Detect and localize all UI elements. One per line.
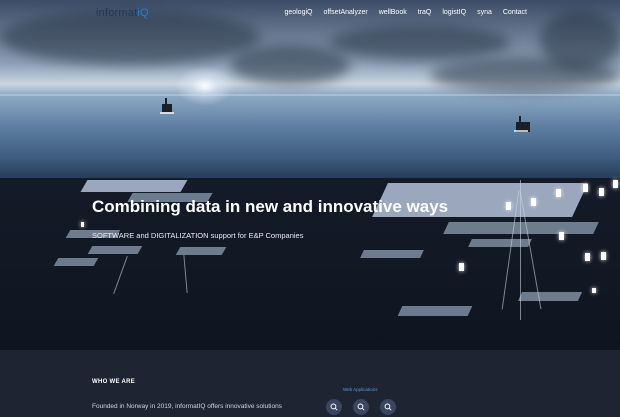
hero-section <box>0 0 620 350</box>
well-light <box>556 189 561 197</box>
well-light <box>601 252 606 260</box>
data-panel <box>517 292 583 301</box>
nav-menu: geologiQ offsetAnalyzer wellBook traQ lo… <box>284 9 527 16</box>
logo[interactable]: informatiQ <box>96 7 149 19</box>
hero-subline: SOFTWARE and DIGITALIZATION support for … <box>92 231 304 240</box>
cloud <box>330 25 510 60</box>
nav-item-traq[interactable]: traQ <box>418 9 432 16</box>
web-apps-label: Web Applications <box>343 387 378 392</box>
data-panel <box>397 306 473 316</box>
app-search-button[interactable] <box>326 399 342 415</box>
search-icon <box>357 403 365 411</box>
nav-item-geologiq[interactable]: geologiQ <box>284 9 312 16</box>
oil-rig-icon <box>514 116 530 132</box>
about-text: Founded in Norway in 2019, informatIQ of… <box>92 403 282 410</box>
data-panel <box>87 246 143 254</box>
search-icon <box>384 403 392 411</box>
well-light <box>613 180 618 188</box>
data-panel <box>360 250 424 258</box>
nav-item-logistiq[interactable]: logistIQ <box>442 9 466 16</box>
about-section: WHO WE ARE Founded in Norway in 2019, in… <box>0 350 620 417</box>
data-panel <box>468 239 532 247</box>
cloud <box>230 45 350 85</box>
well-light <box>506 202 511 210</box>
oil-rig-icon <box>160 98 174 114</box>
data-panel <box>80 180 188 192</box>
well-light <box>81 222 84 227</box>
nav-item-wellbook[interactable]: wellBook <box>379 9 407 16</box>
app-search-button[interactable] <box>353 399 369 415</box>
app-search-button[interactable] <box>380 399 396 415</box>
data-panel <box>443 222 599 234</box>
well-light <box>592 288 596 293</box>
well-light <box>585 253 590 261</box>
top-navigation: informatiQ geologiQ offsetAnalyzer wellB… <box>0 0 620 28</box>
well-light <box>583 184 588 192</box>
well-light <box>459 263 464 271</box>
nav-item-syna[interactable]: syna <box>477 9 492 16</box>
section-heading: WHO WE ARE <box>92 379 136 385</box>
sun-glare <box>175 66 235 106</box>
search-icon <box>330 403 338 411</box>
data-panel <box>175 247 227 255</box>
well-light <box>531 198 536 206</box>
nav-item-offsetanalyzer[interactable]: offsetAnalyzer <box>323 9 367 16</box>
horizon-line <box>0 94 620 96</box>
well-light <box>599 188 604 196</box>
data-panel <box>53 258 99 266</box>
well-light <box>559 232 564 240</box>
nav-item-contact[interactable]: Contact <box>503 9 527 16</box>
hero-headline: Combining data in new and innovative way… <box>92 197 449 216</box>
